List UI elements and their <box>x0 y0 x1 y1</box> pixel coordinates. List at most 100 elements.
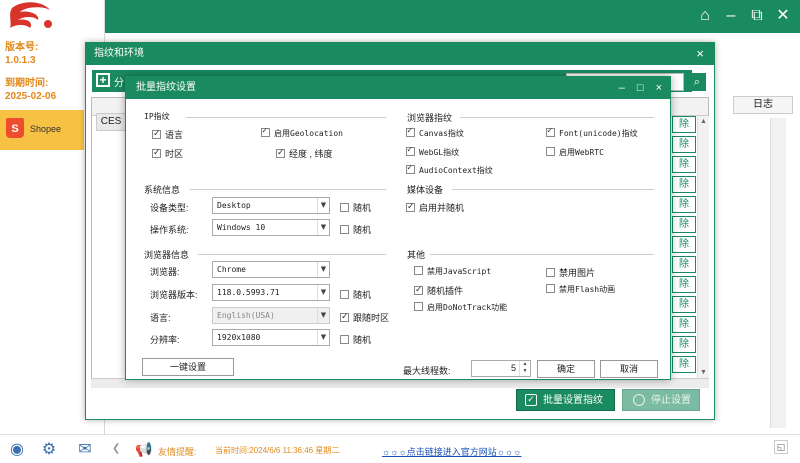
delete-button[interactable]: 除 <box>672 176 696 193</box>
checkbox-checked-icon <box>152 147 161 158</box>
delete-button[interactable]: 除 <box>672 276 696 293</box>
checkbox-webrtc[interactable]: 启用WebRTC <box>546 147 604 158</box>
restore-icon[interactable]: ⧉ <box>748 7 766 25</box>
sidebar-item-label: Shopee <box>30 124 62 134</box>
checkbox-geolocation[interactable]: 启用Geolocation <box>261 126 343 139</box>
device-type-label: 设备类型: <box>150 203 189 213</box>
table-row-label[interactable]: CES <box>96 113 126 131</box>
stop-setting-button[interactable]: 停止设置 <box>622 389 700 411</box>
checkbox-label: 随机 <box>353 203 372 213</box>
version-value: 1.0.1.3 <box>5 55 36 66</box>
os-select[interactable]: Windows 10 ▼ <box>212 219 330 236</box>
divider <box>452 189 654 190</box>
batch-set-label: 批量设置指纹 <box>543 395 603 406</box>
max-threads-input[interactable]: 5 ▲ ▼ <box>471 360 531 377</box>
resize-icon[interactable]: ◱ <box>774 440 788 454</box>
version-label: 版本号: <box>5 42 39 53</box>
scroll-up-icon[interactable]: ▲ <box>700 118 707 125</box>
checkbox-label: 禁用图片 <box>559 268 596 278</box>
table-scrollbar[interactable]: ▲ ▼ <box>697 116 709 378</box>
delete-button[interactable]: 除 <box>672 156 696 173</box>
chevron-left-icon: ❮ <box>112 443 121 454</box>
checkbox-disable-flash[interactable]: 禁用Flash动画 <box>546 284 615 295</box>
delete-button[interactable]: 除 <box>672 256 696 273</box>
scroll-down-icon[interactable]: ▼ <box>700 369 707 376</box>
maximize-icon[interactable]: □ <box>637 77 644 99</box>
close-icon[interactable]: ✕ <box>774 7 792 25</box>
checkbox-font-unicode[interactable]: Font(unicode)指纹 <box>546 126 638 139</box>
globe-icon[interactable]: ◉ <box>8 441 26 459</box>
checkbox-os-random[interactable]: 随机 <box>340 223 371 236</box>
close-icon[interactable]: × <box>696 43 704 65</box>
language-select[interactable]: English(USA) ▼ <box>212 307 330 324</box>
checkbox-donottrack[interactable]: 启用DoNotTrack功能 <box>414 302 507 313</box>
main-scrollbar[interactable] <box>770 118 786 428</box>
checkbox-resolution-random[interactable]: 随机 <box>340 333 371 346</box>
resolution-select[interactable]: 1920x1080 ▼ <box>212 329 330 346</box>
checkbox-language[interactable]: 语言 <box>152 128 183 141</box>
checkbox-version-random[interactable]: 随机 <box>340 288 371 301</box>
delete-button[interactable]: 除 <box>672 116 696 133</box>
delete-button[interactable]: 除 <box>672 216 696 233</box>
checkbox-longitude-latitude[interactable]: 经度 , 纬度 <box>276 147 333 160</box>
checkbox-random-plugins[interactable]: 随机插件 <box>414 284 463 297</box>
one-click-setup-button[interactable]: 一键设置 <box>142 358 234 376</box>
max-threads-label: 最大线程数: <box>403 366 451 376</box>
delete-button[interactable]: 除 <box>672 196 696 213</box>
divider <box>460 117 654 118</box>
search-icon[interactable]: ⌕ <box>688 73 706 91</box>
checkbox-canvas[interactable]: Canvas指纹 <box>406 126 464 139</box>
checkbox-label: 启用并随机 <box>419 203 465 213</box>
chevron-down-icon: ▼ <box>317 262 329 277</box>
checkbox-checked-icon <box>546 126 555 137</box>
checkbox-disable-images[interactable]: 禁用图片 <box>546 266 595 279</box>
close-icon[interactable]: × <box>656 77 662 99</box>
minimize-icon[interactable]: – <box>619 77 625 99</box>
checkbox-device-random[interactable]: 随机 <box>340 201 371 214</box>
browser-version-select[interactable]: 118.0.5993.71 ▼ <box>212 284 330 301</box>
sidebar-item-shopee[interactable]: S Shopee <box>0 110 84 150</box>
add-icon[interactable]: + <box>96 73 110 87</box>
device-type-select[interactable]: Desktop ▼ <box>212 197 330 214</box>
toolbar-first-label[interactable]: 分 <box>114 74 124 89</box>
delete-button[interactable]: 除 <box>672 316 696 333</box>
browser-select[interactable]: Chrome ▼ <box>212 261 330 278</box>
checkbox-audiocontext[interactable]: AudioContext指纹 <box>406 163 493 176</box>
confirm-button[interactable]: 确定 <box>537 360 595 378</box>
checkbox-label: WebGL指纹 <box>419 148 460 157</box>
checkbox-unchecked-icon <box>546 284 555 293</box>
checkbox-unchecked-icon <box>340 290 349 299</box>
delete-button[interactable]: 除 <box>672 236 696 253</box>
delete-button[interactable]: 除 <box>672 336 696 353</box>
checkbox-follow-timezone[interactable]: 跟随时区 <box>340 311 389 324</box>
chevron-down-icon: ▼ <box>317 285 329 300</box>
spinner-arrows-icon[interactable]: ▲ ▼ <box>519 361 530 376</box>
delete-button[interactable]: 除 <box>672 296 696 313</box>
select-value: Windows 10 <box>217 223 266 232</box>
mail-icon[interactable]: ✉ <box>76 441 94 459</box>
checkbox-disable-javascript[interactable]: 禁用JavaScript <box>414 266 491 277</box>
main-content <box>713 60 800 430</box>
checkbox-timezone[interactable]: 时区 <box>152 147 183 160</box>
home-icon[interactable]: ⌂ <box>696 7 714 25</box>
chevron-down-icon: ▼ <box>317 198 329 213</box>
delete-button[interactable]: 除 <box>672 136 696 153</box>
checkbox-webgl[interactable]: WebGL指纹 <box>406 145 460 158</box>
chevron-down-icon: ▼ <box>317 308 329 323</box>
select-value: 1920x1080 <box>217 333 261 342</box>
checkbox-media-random[interactable]: 启用并随机 <box>406 201 464 214</box>
batch-set-fingerprint-button[interactable]: ✓ 批量设置指纹 <box>516 389 615 411</box>
divider <box>190 189 386 190</box>
tip-label: 友情提醒: <box>158 447 197 457</box>
browser-version-label: 浏览器版本: <box>150 290 198 300</box>
language-label: 语言: <box>150 313 171 323</box>
delete-button[interactable]: 除 <box>672 356 696 373</box>
official-website-link[interactable]: ☼☼☼点击链接进入官方网站☼☼☼ <box>382 445 522 458</box>
checkbox-checked-icon <box>406 163 415 174</box>
select-value: Chrome <box>217 265 246 274</box>
minimize-icon[interactable]: – <box>722 7 740 25</box>
checkbox-unchecked-icon <box>414 302 423 311</box>
gear-icon[interactable]: ⚙ <box>40 441 58 459</box>
cancel-button[interactable]: 取消 <box>600 360 658 378</box>
announcement-icon: 📢 <box>135 441 153 457</box>
